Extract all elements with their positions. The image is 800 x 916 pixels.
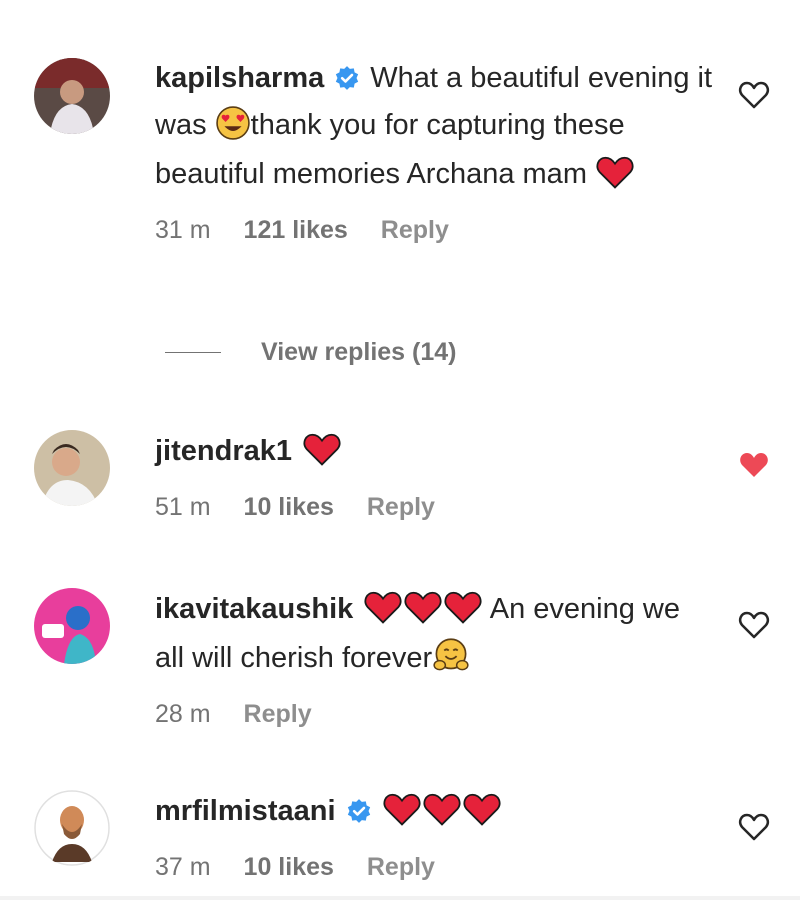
avatar[interactable] [34, 58, 110, 134]
verified-badge-icon [346, 794, 372, 837]
comment-likes[interactable]: 10 likes [244, 493, 334, 521]
comment-time: 51 m [155, 493, 211, 521]
red-heart-emoji [463, 792, 501, 839]
reply-button[interactable]: Reply [367, 853, 435, 881]
red-heart-emoji [423, 792, 461, 839]
comment-likes[interactable]: 121 likes [244, 216, 348, 244]
red-heart-emoji [383, 792, 421, 839]
comment-time: 28 m [155, 700, 211, 728]
heart-filled-icon[interactable] [738, 450, 770, 485]
red-heart-emoji [596, 155, 634, 202]
comment-username[interactable]: mrfilmistaani [155, 795, 336, 827]
bottom-divider [0, 896, 800, 900]
comment-username[interactable]: ikavitakaushik [155, 593, 353, 625]
red-heart-emoji [444, 590, 482, 637]
red-heart-emoji [364, 590, 402, 637]
verified-badge-icon [334, 61, 360, 104]
heart-outline-icon[interactable] [738, 610, 770, 645]
heart-eyes-emoji [215, 106, 250, 153]
comment-username[interactable]: jitendrak1 [155, 435, 292, 467]
reply-button[interactable]: Reply [244, 700, 312, 728]
heart-outline-icon[interactable] [738, 812, 770, 847]
comment-time: 37 m [155, 853, 211, 881]
heart-outline-icon[interactable] [738, 80, 770, 115]
view-replies-button[interactable]: View replies (14) [165, 338, 456, 367]
red-heart-emoji [404, 590, 442, 637]
avatar[interactable] [34, 790, 110, 866]
reply-button[interactable]: Reply [367, 493, 435, 521]
avatar[interactable] [34, 430, 110, 506]
red-heart-emoji [303, 432, 341, 479]
reply-button[interactable]: Reply [381, 216, 449, 244]
comment-username[interactable]: kapilsharma [155, 62, 324, 94]
comment-likes[interactable]: 10 likes [244, 853, 334, 881]
divider-line [165, 352, 221, 353]
avatar[interactable] [34, 588, 110, 664]
comment-time: 31 m [155, 216, 211, 244]
hugging-face-emoji [433, 637, 469, 686]
view-replies-label: View replies (14) [261, 338, 457, 366]
